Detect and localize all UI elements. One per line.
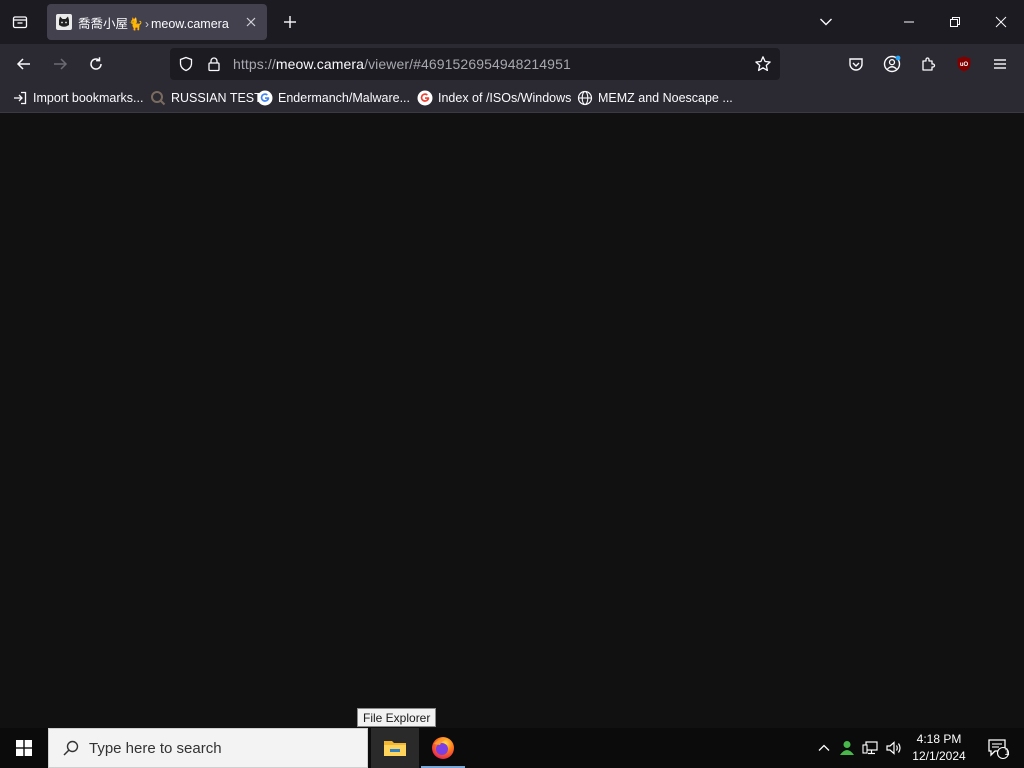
close-icon: [995, 16, 1007, 28]
tray-volume[interactable]: [884, 738, 904, 758]
network-icon: [862, 741, 878, 755]
bookmark-label: MEMZ and Noescape ...: [598, 91, 733, 105]
tab-site: meow.camera: [150, 16, 229, 31]
magnifier-icon: [150, 90, 166, 106]
search-placeholder: Type here to search: [89, 739, 222, 757]
chevron-down-icon: [820, 18, 832, 26]
url-scheme: https://: [233, 56, 276, 72]
bookmark-endermanch[interactable]: Endermanch/Malware...: [257, 88, 410, 108]
address-bar[interactable]: https://meow.camera/viewer/#469152695494…: [170, 48, 780, 80]
clock-date: 12/1/2024: [912, 749, 966, 763]
bookmark-label: RUSSIAN TEST: [171, 91, 262, 105]
page-content[interactable]: [0, 113, 1024, 728]
start-button[interactable]: [0, 728, 48, 768]
clock-time: 4:18 PM: [916, 732, 962, 746]
url-path: /viewer/#4691526954948214951: [364, 56, 571, 72]
svg-text:uO: uO: [960, 62, 969, 68]
taskbar-firefox[interactable]: [419, 728, 467, 768]
tab-title-text: 喬喬小屋: [78, 16, 129, 31]
tray-user-status[interactable]: [837, 738, 857, 758]
forward-button[interactable]: [46, 50, 74, 78]
tray-network[interactable]: [861, 738, 881, 758]
pocket-icon: [849, 58, 863, 71]
action-center-button[interactable]: 1: [978, 728, 1018, 768]
restore-icon: [950, 17, 960, 27]
url-text[interactable]: https://meow.camera/viewer/#469152695494…: [233, 56, 571, 72]
pocket-button[interactable]: [842, 50, 870, 78]
bookmark-label: Index of /ISOs/Windows: [438, 91, 572, 105]
bookmark-label: Import bookmarks...: [33, 91, 144, 105]
bookmark-label: Endermanch/Malware...: [278, 91, 411, 105]
new-tab-button[interactable]: [276, 8, 304, 36]
bookmarks-toolbar: Import bookmarks... RUSSIAN TEST Enderma…: [0, 84, 1024, 113]
bookmark-index-isos[interactable]: Index of /ISOs/Windows: [417, 88, 571, 108]
extensions-button[interactable]: [914, 50, 942, 78]
show-hidden-icons-button[interactable]: [814, 738, 834, 758]
notification-count: 1: [1004, 747, 1010, 757]
windows-logo-icon: [16, 740, 32, 756]
tab-title-separator: ›: [144, 16, 149, 31]
close-icon: [246, 17, 256, 27]
google-icon: [257, 90, 273, 106]
volume-icon: [886, 741, 901, 755]
tab-strip: 喬喬小屋🐈 › meow.camera: [0, 0, 1024, 44]
minimize-icon: [904, 21, 914, 23]
back-button[interactable]: [10, 50, 38, 78]
google-icon: [417, 90, 433, 106]
minimize-button[interactable]: [886, 0, 932, 44]
bookmark-russian-test[interactable]: RUSSIAN TEST: [150, 88, 262, 108]
taskbar: Type here to search 4:18 PM 12/1/2024 1: [0, 728, 1024, 768]
bookmark-star-icon[interactable]: [754, 55, 772, 73]
url-host: meow.camera: [275, 56, 365, 72]
plus-icon: [284, 16, 296, 28]
app-menu-button[interactable]: [986, 50, 1014, 78]
bookmark-memz[interactable]: MEMZ and Noescape ...: [577, 88, 733, 108]
bookmark-import[interactable]: Import bookmarks...: [12, 88, 143, 108]
navigation-toolbar: https://meow.camera/viewer/#469152695494…: [0, 44, 1024, 84]
arrow-right-icon: [54, 58, 68, 70]
lock-icon[interactable]: [206, 56, 222, 72]
firefox-view-button[interactable]: [6, 8, 34, 36]
user-status-icon: [840, 741, 854, 755]
file-explorer-icon: [384, 741, 406, 756]
reload-button[interactable]: [82, 50, 110, 78]
ublock-icon: uO: [957, 56, 971, 72]
search-icon: [61, 738, 81, 758]
tab-close-button[interactable]: [239, 10, 263, 34]
taskbar-search-box[interactable]: Type here to search: [48, 728, 368, 768]
tab-title: 喬喬小屋🐈 › meow.camera: [78, 13, 239, 32]
close-window-button[interactable]: [978, 0, 1024, 44]
cat-favicon-icon: [56, 14, 72, 30]
extensions-icon: [922, 57, 936, 71]
menu-icon: [994, 59, 1006, 69]
tracking-protection-shield-icon[interactable]: [178, 56, 194, 72]
list-all-tabs-button[interactable]: [812, 8, 840, 36]
reload-icon: [90, 57, 102, 70]
ublock-button[interactable]: uO: [950, 50, 978, 78]
globe-icon: [577, 90, 593, 106]
account-icon: [883, 55, 901, 73]
restore-button[interactable]: [932, 0, 978, 44]
system-clock[interactable]: 4:18 PM 12/1/2024: [905, 731, 973, 765]
cat-emoji-icon: 🐈: [128, 16, 143, 31]
firefox-icon: [432, 737, 454, 759]
file-explorer-tooltip: File Explorer: [357, 708, 437, 727]
account-button[interactable]: [878, 50, 906, 78]
tab-meow-camera[interactable]: 喬喬小屋🐈 › meow.camera: [47, 4, 267, 40]
import-icon: [12, 90, 28, 106]
chevron-up-icon: [818, 744, 830, 751]
taskbar-file-explorer[interactable]: [371, 728, 419, 768]
firefox-view-icon: [12, 16, 28, 29]
arrow-left-icon: [16, 58, 30, 70]
